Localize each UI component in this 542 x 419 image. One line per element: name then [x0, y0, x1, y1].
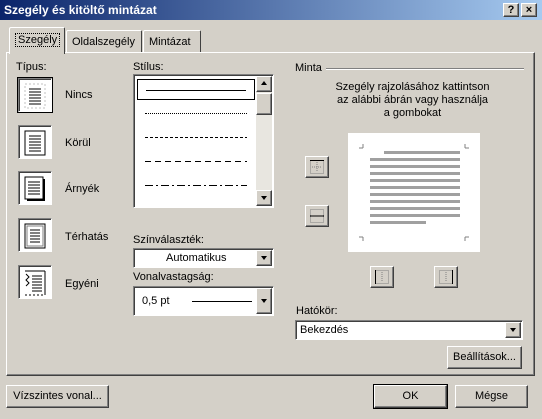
arrow-up-icon	[261, 81, 267, 85]
type-custom-label: Egyéni	[65, 278, 99, 290]
color-value: Automatikus	[166, 252, 227, 264]
style-item-dashed-small[interactable]	[137, 127, 255, 148]
style-item-solid[interactable]	[137, 79, 255, 100]
border-inside-icon	[310, 209, 324, 223]
right-border-button[interactable]	[434, 266, 458, 288]
apply-to-label: Hatókör:	[296, 305, 338, 317]
tab-shading-label: Mintázat	[149, 36, 191, 48]
type-label: Típus:	[16, 61, 47, 73]
left-border-button[interactable]	[370, 266, 394, 288]
preview-instruction-3: a gombokat	[383, 107, 442, 119]
type-none-label: Nincs	[65, 89, 93, 101]
tab-shading[interactable]: Mintázat	[143, 30, 201, 52]
ok-button[interactable]: OK	[373, 384, 448, 409]
arrow-down-icon	[261, 196, 267, 200]
border-left-icon	[375, 270, 389, 284]
tab-page-border-label: Oldalszegély	[72, 36, 135, 48]
type-box-label: Körül	[65, 137, 91, 149]
border-3d-icon	[24, 223, 46, 249]
preview-group-label: Minta	[295, 62, 322, 74]
scroll-down-button[interactable]	[256, 190, 272, 206]
type-3d-button[interactable]	[18, 218, 52, 252]
width-preview-line	[192, 301, 252, 302]
type-custom-button[interactable]	[18, 265, 52, 299]
width-combo[interactable]: 0,5 pt	[133, 286, 274, 316]
horizontal-line-button[interactable]: Vízszintes vonal...	[6, 385, 109, 408]
border-right-icon	[439, 270, 453, 284]
title-bar: Szegély és kitöltő mintázat ? ×	[0, 0, 542, 20]
close-button[interactable]: ×	[521, 3, 537, 17]
style-item-dotted[interactable]	[137, 103, 255, 124]
style-scrollbar[interactable]	[256, 76, 272, 206]
border-preview-area[interactable]	[348, 133, 480, 252]
scroll-thumb[interactable]	[256, 93, 272, 115]
scroll-up-button[interactable]	[256, 76, 272, 92]
top-border-button[interactable]	[305, 156, 329, 178]
style-item-dash-dot[interactable]	[137, 175, 255, 196]
preview-diagram	[359, 144, 469, 241]
tab-border[interactable]: Szegély	[9, 27, 65, 54]
border-box-icon	[24, 130, 46, 156]
border-shadow-icon	[24, 176, 45, 201]
width-value: 0,5 pt	[142, 295, 170, 307]
style-listbox[interactable]	[133, 74, 274, 208]
chevron-down-icon	[261, 299, 267, 303]
color-label: Színválaszték:	[133, 234, 204, 246]
window-title: Szegély és kitöltő mintázat	[4, 3, 157, 17]
chevron-down-icon	[261, 256, 267, 260]
border-custom-icon	[25, 270, 46, 296]
cancel-button[interactable]: Mégse	[455, 385, 528, 408]
border-top-icon	[310, 160, 324, 174]
type-none-button[interactable]	[17, 77, 53, 113]
style-label: Stílus:	[133, 61, 164, 73]
preview-instruction-1: Szegély rajzolásához kattintson	[335, 81, 490, 93]
tab-page-border[interactable]: Oldalszegély	[66, 30, 142, 52]
type-box-button[interactable]	[18, 125, 52, 159]
style-item-dashed[interactable]	[137, 151, 255, 172]
options-button[interactable]: Beállítások...	[447, 346, 522, 369]
type-shadow-button[interactable]	[18, 171, 52, 205]
apply-to-value: Bekezdés	[300, 324, 349, 336]
width-label: Vonalvastagság:	[133, 271, 214, 283]
preview-instruction-2: az alábbi ábrán vagy használja	[336, 94, 489, 106]
width-dropdown-button[interactable]	[256, 288, 272, 314]
apply-to-combo[interactable]: Bekezdés	[295, 320, 523, 340]
tab-border-label: Szegély	[15, 33, 61, 47]
type-3d-label: Térhatás	[65, 231, 109, 243]
preview-group-line	[326, 68, 524, 70]
border-none-icon	[24, 83, 46, 109]
apply-to-dropdown-button[interactable]	[505, 322, 521, 338]
inside-border-button[interactable]	[305, 205, 329, 227]
type-shadow-label: Árnyék	[65, 183, 100, 195]
chevron-down-icon	[510, 328, 516, 332]
color-combo[interactable]: Automatikus	[133, 248, 274, 268]
help-button[interactable]: ?	[503, 3, 519, 17]
color-dropdown-button[interactable]	[256, 250, 272, 266]
